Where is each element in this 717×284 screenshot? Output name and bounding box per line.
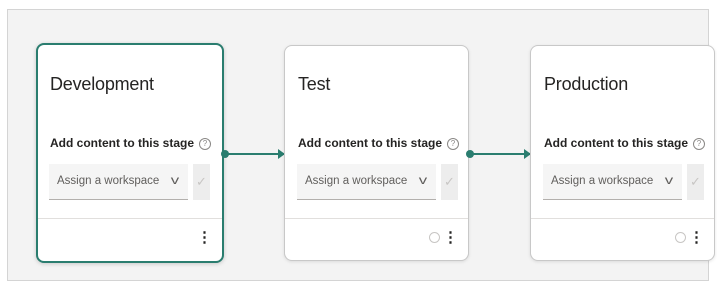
stage-card-test[interactable]: Test Add content to this stage? Assign a…: [284, 45, 469, 261]
connector-arrow: [221, 149, 285, 159]
chevron-down-icon: v: [418, 173, 428, 187]
assign-workspace-dropdown[interactable]: Assign a workspace v: [297, 164, 436, 200]
connector-start-dot: [221, 150, 229, 158]
assign-workspace-placeholder: Assign a workspace: [57, 175, 160, 187]
confirm-workspace-button[interactable]: ✓: [687, 164, 704, 200]
connector-arrow: [466, 149, 531, 159]
stage-card-development[interactable]: Development Add content to this stage? A…: [36, 43, 224, 263]
checkmark-icon: ✓: [690, 174, 701, 189]
add-content-label: Add content to this stage?: [544, 136, 705, 150]
assign-workspace-placeholder: Assign a workspace: [551, 175, 654, 187]
card-divider: [285, 218, 468, 219]
checkmark-icon: ✓: [196, 174, 207, 189]
info-icon[interactable]: ?: [447, 138, 459, 150]
assign-workspace-dropdown[interactable]: Assign a workspace v: [49, 164, 188, 200]
confirm-workspace-button[interactable]: ✓: [193, 164, 210, 200]
card-divider: [38, 218, 222, 219]
add-content-label-text: Add content to this stage: [298, 136, 442, 150]
info-icon[interactable]: ?: [693, 138, 705, 150]
confirm-workspace-button[interactable]: ✓: [441, 164, 458, 200]
more-options-icon[interactable]: ⋮: [197, 230, 212, 245]
assign-workspace-dropdown[interactable]: Assign a workspace v: [543, 164, 682, 200]
connector-start-dot: [466, 150, 474, 158]
add-content-label-text: Add content to this stage: [50, 136, 194, 150]
more-options-icon[interactable]: ⋮: [689, 230, 704, 245]
card-divider: [531, 218, 714, 219]
info-icon[interactable]: ?: [199, 138, 211, 150]
add-content-label: Add content to this stage?: [298, 136, 459, 150]
chevron-down-icon: v: [170, 173, 180, 187]
add-content-label: Add content to this stage?: [50, 136, 211, 150]
deploy-icon[interactable]: [429, 232, 440, 243]
stage-title: Production: [544, 74, 629, 94]
more-options-icon[interactable]: ⋮: [443, 230, 458, 245]
add-content-label-text: Add content to this stage: [544, 136, 688, 150]
assign-workspace-placeholder: Assign a workspace: [305, 175, 408, 187]
checkmark-icon: ✓: [444, 174, 455, 189]
chevron-down-icon: v: [664, 173, 674, 187]
stage-title: Test: [298, 74, 331, 94]
stage-card-production[interactable]: Production Add content to this stage? As…: [530, 45, 715, 261]
pipeline-canvas: Development Add content to this stage? A…: [7, 9, 715, 281]
deploy-icon[interactable]: [675, 232, 686, 243]
stage-title: Development: [50, 74, 154, 94]
